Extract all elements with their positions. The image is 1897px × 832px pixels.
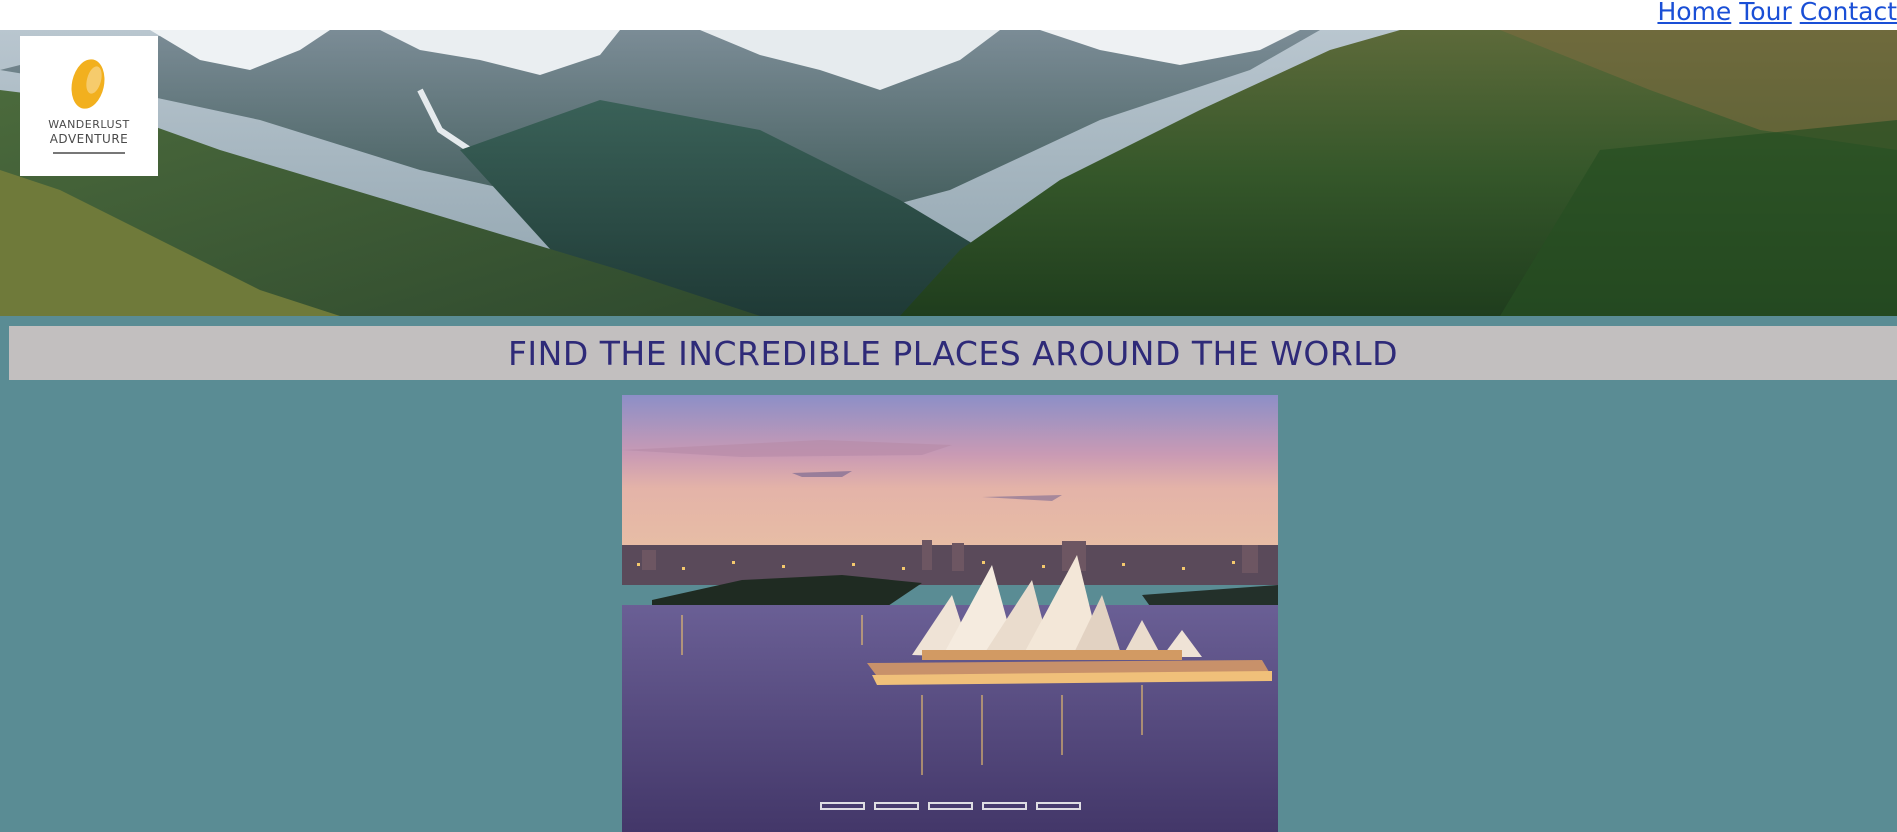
- wanderlust-logo[interactable]: WANDERLUST ADVENTURE: [20, 36, 158, 176]
- carousel-slide-image[interactable]: [622, 395, 1278, 832]
- carousel-indicators: [622, 802, 1278, 810]
- hero-mountain-image: [0, 30, 1897, 316]
- carousel-indicator-1[interactable]: [819, 802, 865, 810]
- carousel-indicator-2[interactable]: [873, 802, 919, 810]
- logo-text-wanderlust: WANDERLUST: [48, 118, 130, 131]
- nav-link-tour[interactable]: Tour: [1739, 0, 1791, 24]
- logo-text-adventure: ADVENTURE: [49, 132, 129, 146]
- top-bar: Home Tour Contact: [0, 0, 1897, 30]
- nav-link-contact[interactable]: Contact: [1800, 0, 1897, 24]
- main-nav: Home Tour Contact: [1657, 0, 1897, 30]
- carousel-indicator-4[interactable]: [981, 802, 1027, 810]
- page-heading: FIND THE INCREDIBLE PLACES AROUND THE WO…: [507, 333, 1399, 373]
- nav-link-home[interactable]: Home: [1657, 0, 1731, 24]
- carousel-indicator-5[interactable]: [1035, 802, 1081, 810]
- logo-underline: [53, 152, 125, 154]
- logo-egg-icon: [71, 59, 105, 109]
- carousel-indicator-3[interactable]: [927, 802, 973, 810]
- headline-banner: FIND THE INCREDIBLE PLACES AROUND THE WO…: [9, 326, 1897, 380]
